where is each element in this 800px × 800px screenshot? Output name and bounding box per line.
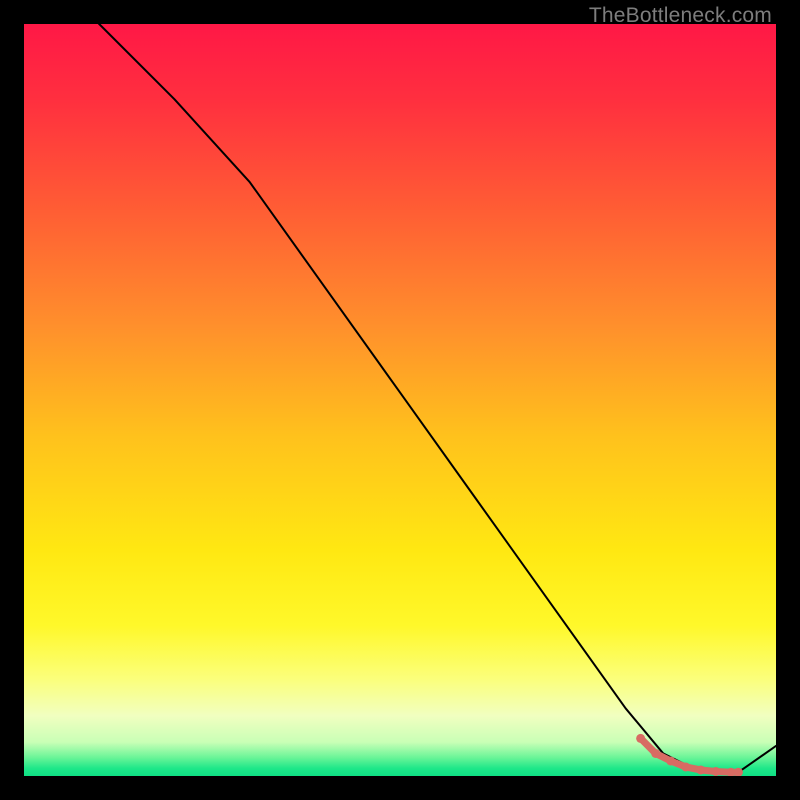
- chart-svg: [24, 24, 776, 776]
- plot-area: [24, 24, 776, 776]
- watermark-text: TheBottleneck.com: [589, 4, 772, 28]
- bottleneck-curve: [24, 24, 776, 772]
- highlight-dot: [636, 734, 645, 743]
- highlight-dot: [696, 765, 705, 774]
- highlight-dot: [711, 767, 720, 776]
- highlight-dot: [651, 749, 660, 758]
- chart-frame: TheBottleneck.com: [0, 0, 800, 800]
- highlight-dot: [666, 756, 675, 765]
- highlight-dot: [681, 762, 690, 771]
